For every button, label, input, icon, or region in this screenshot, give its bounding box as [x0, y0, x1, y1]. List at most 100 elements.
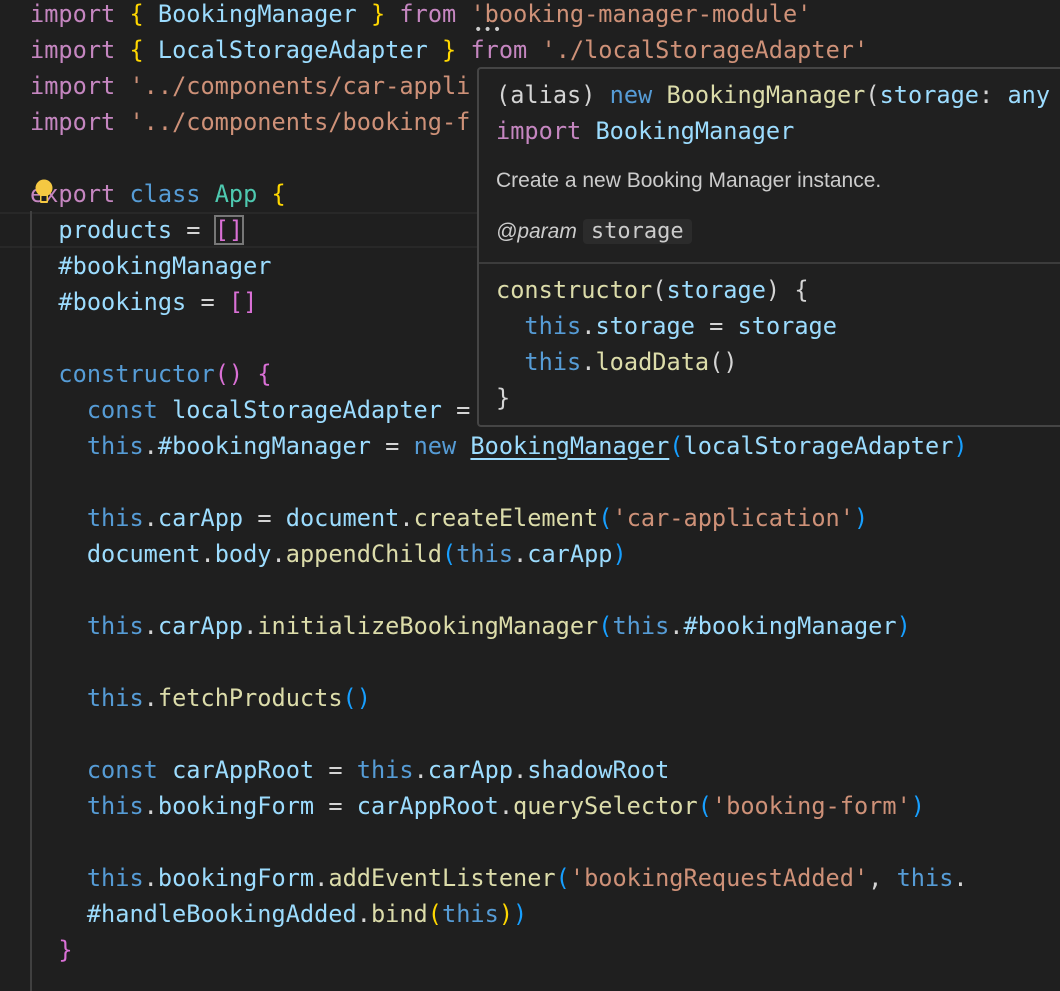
code-token: bookingForm — [157, 864, 315, 892]
code-token: BookingManager — [157, 0, 357, 28]
code-token: document — [86, 540, 201, 568]
hover-description: Create a new Booking Manager instance. — [496, 169, 882, 192]
code-token: BookingManager — [595, 117, 795, 145]
code-line[interactable]: this.carApp = document.createElement('ca… — [0, 500, 1060, 536]
code-token: . — [143, 432, 158, 460]
code-token: [] — [213, 215, 245, 245]
code-token: from — [399, 0, 457, 28]
code-token: ) — [498, 900, 514, 928]
code-line[interactable]: this.carApp.initializeBookingManager(thi… — [0, 608, 1060, 644]
code-token: querySelector — [513, 792, 698, 820]
code-token: . — [669, 612, 684, 640]
code-token: { — [257, 360, 272, 388]
code-line[interactable]: document.body.appendChild(this.carApp) — [0, 536, 1060, 572]
lightbulb-icon[interactable] — [34, 178, 54, 206]
code-line[interactable]: const carAppRoot = this.carApp.shadowRoo… — [0, 752, 1060, 788]
code-line[interactable] — [0, 572, 1060, 608]
code-token: const — [86, 756, 158, 784]
code-line[interactable]: import { BookingManager } from 'booking-… — [0, 0, 1060, 32]
code-line[interactable] — [0, 824, 1060, 860]
code-token: ( — [555, 864, 570, 892]
code-line[interactable]: import { LocalStorageAdapter } from './l… — [0, 32, 1060, 68]
code-token: const — [86, 396, 158, 424]
code-token: carApp — [427, 756, 514, 784]
code-token: = — [370, 432, 414, 460]
code-token: this — [441, 900, 499, 928]
code-line[interactable]: this.#bookingManager = new BookingManage… — [0, 428, 1060, 464]
code-token: BookingManager — [470, 432, 670, 460]
divider — [479, 262, 1060, 264]
code-token: import — [496, 117, 582, 145]
code-token: addEventListener — [328, 864, 556, 892]
code-token: App — [214, 180, 258, 208]
ellipsis-icon[interactable]: ••• — [474, 22, 502, 38]
code-token: . — [399, 504, 414, 532]
code-token: products — [58, 216, 173, 244]
code-token: from — [470, 36, 528, 64]
code-line[interactable]: this.fetchProducts() — [0, 680, 1060, 716]
code-token: { — [129, 36, 144, 64]
code-token: . — [953, 864, 968, 892]
code-token: ( — [652, 276, 667, 304]
code-token: carApp — [157, 612, 244, 640]
code-token: } — [370, 0, 386, 28]
code-token: new — [413, 432, 457, 460]
code-token: ) — [612, 540, 627, 568]
code-token: 'car-application' — [612, 504, 854, 532]
code-token: = — [186, 288, 229, 316]
code-line[interactable]: #handleBookingAdded.bind(this)) — [0, 896, 1060, 932]
code-line[interactable] — [0, 464, 1060, 500]
code-token: import — [30, 108, 116, 136]
code-token: . — [143, 792, 158, 820]
code-token: #bookingManager — [683, 612, 897, 640]
code-token: storage — [595, 312, 695, 340]
code-token: carAppRoot — [356, 792, 499, 820]
code-token: import — [30, 0, 116, 28]
code-token: bind — [370, 900, 428, 928]
code-token: . — [243, 612, 258, 640]
code-token: import — [30, 36, 116, 64]
hover-signature: (alias) new BookingManager(storage: any — [496, 77, 1050, 113]
hover-import: import BookingManager — [496, 113, 794, 149]
code-token: ( — [669, 432, 684, 460]
hover-code-line: constructor(storage) { — [496, 272, 809, 308]
code-token: , — [868, 864, 897, 892]
code-token: shadowRoot — [527, 756, 670, 784]
code-line[interactable]: this.bookingForm.addEventListener('booki… — [0, 860, 1060, 896]
code-token: this — [524, 348, 582, 376]
code-line[interactable]: this.bookingForm = carAppRoot.querySelec… — [0, 788, 1060, 824]
code-token: this — [86, 684, 144, 712]
code-token: import — [30, 72, 116, 100]
code-token: this — [86, 504, 144, 532]
code-token: = — [172, 216, 215, 244]
code-token: ) — [853, 504, 869, 532]
code-token: '../components/booking-f — [129, 108, 471, 136]
code-line[interactable] — [0, 644, 1060, 680]
hover-param: @param storage — [496, 219, 692, 244]
code-line[interactable]: } — [0, 932, 1060, 968]
code-token: = — [243, 504, 286, 532]
code-token: [] — [228, 288, 258, 316]
code-token: #bookingManager — [157, 432, 371, 460]
code-token: . — [581, 348, 596, 376]
code-line[interactable] — [0, 716, 1060, 752]
code-token: ) — [953, 432, 968, 460]
